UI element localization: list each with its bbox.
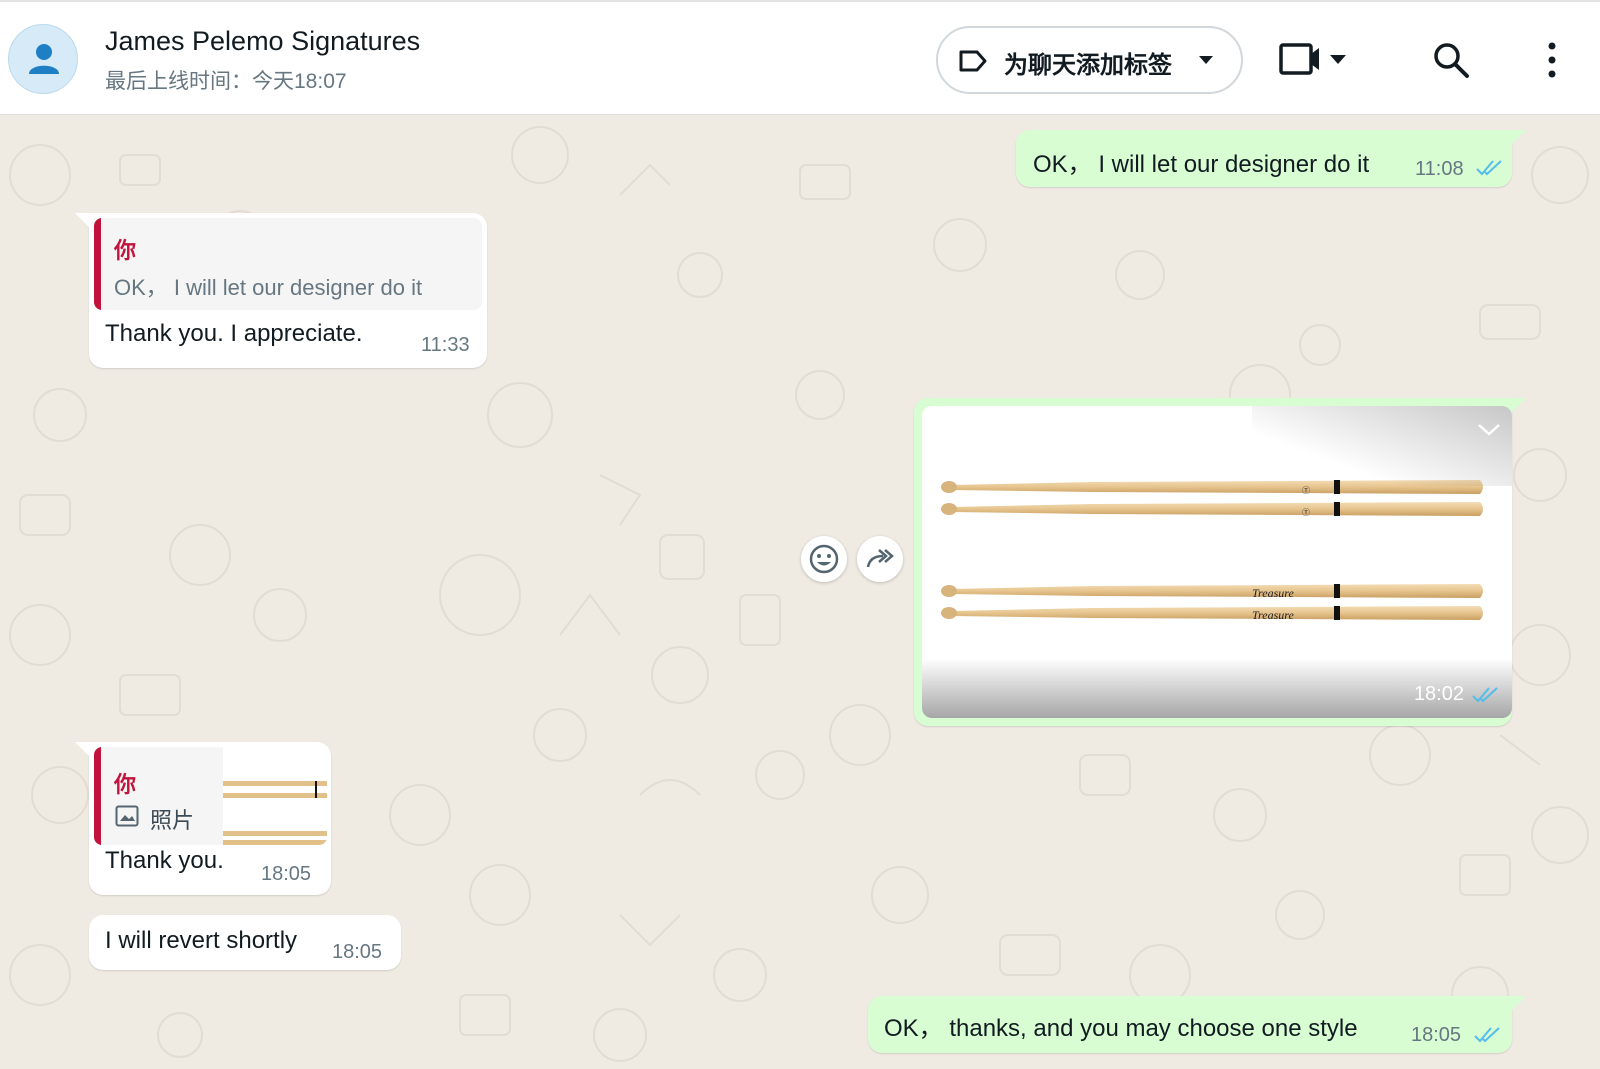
message-bubble-outgoing[interactable]: OK， I will let our designer do it 11:08 bbox=[1016, 130, 1526, 187]
video-call-button[interactable] bbox=[1279, 40, 1359, 80]
drumsticks-photo[interactable]: Ⓣ Ⓣ Treasure Treasure 18:02 bbox=[922, 406, 1512, 718]
message-bubble-incoming[interactable]: 你 照片 Thank you. 18:05 bbox=[75, 742, 331, 895]
quoted-message[interactable]: 你 OK， I will let our designer do it bbox=[94, 218, 482, 310]
search-button[interactable] bbox=[1431, 40, 1471, 80]
avatar[interactable] bbox=[8, 24, 78, 94]
chevron-down-icon[interactable] bbox=[1476, 422, 1502, 438]
double-check-icon bbox=[1476, 160, 1502, 176]
more-options-button[interactable] bbox=[1538, 40, 1566, 80]
stick-brand-text: Treasure bbox=[1252, 586, 1294, 600]
message-time: 18:05 bbox=[1411, 1024, 1462, 1046]
quote-accent-bar bbox=[94, 747, 101, 845]
bubble-tail bbox=[1512, 996, 1526, 1010]
quote-text: 照片 bbox=[150, 808, 195, 833]
message-text: OK， thanks, and you may choose one style bbox=[884, 1015, 1358, 1042]
add-label-text: 为聊天添加标签 bbox=[1004, 52, 1172, 79]
person-icon bbox=[29, 44, 59, 74]
image-top-gradient bbox=[1252, 406, 1512, 486]
stick-brand-text: Treasure bbox=[1252, 608, 1294, 622]
react-button[interactable] bbox=[801, 536, 847, 582]
forward-button[interactable] bbox=[857, 536, 903, 582]
message-time: 18:02 bbox=[1413, 683, 1464, 705]
bubble-tail bbox=[1512, 398, 1526, 412]
stick-brand-mark: Ⓣ bbox=[1302, 486, 1310, 495]
forward-icon bbox=[866, 549, 894, 568]
chat-header: James Pelemo Signatures 最后上线时间：今天18:07 为… bbox=[0, 0, 1600, 115]
photo-icon bbox=[115, 805, 139, 827]
last-seen-status: 最后上线时间：今天18:07 bbox=[105, 70, 347, 93]
quote-accent-bar bbox=[94, 218, 101, 310]
message-text: Thank you. bbox=[105, 847, 224, 874]
bubble-tail bbox=[75, 742, 89, 756]
chevron-down-icon bbox=[1199, 56, 1213, 64]
message-text: OK， I will let our designer do it bbox=[1033, 151, 1370, 178]
quote-author: 你 bbox=[114, 772, 137, 797]
tag-icon bbox=[959, 50, 987, 72]
bubble-tail bbox=[1512, 130, 1526, 144]
double-check-icon bbox=[1472, 687, 1498, 703]
message-bubble-incoming[interactable]: I will revert shortly 18:05 bbox=[89, 915, 401, 970]
bubble-tail bbox=[75, 213, 89, 227]
quoted-message[interactable]: 你 照片 bbox=[94, 747, 327, 845]
stick-brand-mark: Ⓣ bbox=[1302, 508, 1310, 517]
quote-author: 你 bbox=[114, 238, 137, 263]
more-vertical-icon bbox=[1548, 42, 1556, 78]
message-text: I will revert shortly bbox=[105, 927, 298, 954]
search-icon bbox=[1434, 43, 1469, 78]
emoji-icon bbox=[809, 544, 839, 574]
double-check-icon bbox=[1474, 1027, 1500, 1043]
add-label-button[interactable]: 为聊天添加标签 bbox=[936, 26, 1243, 94]
video-camera-icon bbox=[1279, 43, 1346, 75]
contact-name[interactable]: James Pelemo Signatures bbox=[105, 26, 420, 57]
message-time: 11:08 bbox=[1415, 158, 1464, 180]
image-message-bubble[interactable]: Ⓣ Ⓣ Treasure Treasure 18:02 bbox=[914, 398, 1526, 726]
message-time: 11:33 bbox=[421, 334, 470, 356]
quote-photo-thumbnail bbox=[223, 747, 327, 845]
message-time: 18:05 bbox=[261, 863, 312, 885]
quote-text: OK， I will let our designer do it bbox=[114, 275, 423, 300]
message-time: 18:05 bbox=[332, 941, 383, 963]
message-bubble-outgoing[interactable]: OK， thanks, and you may choose one style… bbox=[868, 996, 1526, 1053]
message-text: Thank you. I appreciate. bbox=[105, 320, 363, 347]
message-bubble-incoming[interactable]: 你 OK， I will let our designer do it Than… bbox=[75, 213, 487, 368]
chat-area[interactable]: OK， I will let our designer do it 11:08 … bbox=[0, 115, 1600, 1069]
